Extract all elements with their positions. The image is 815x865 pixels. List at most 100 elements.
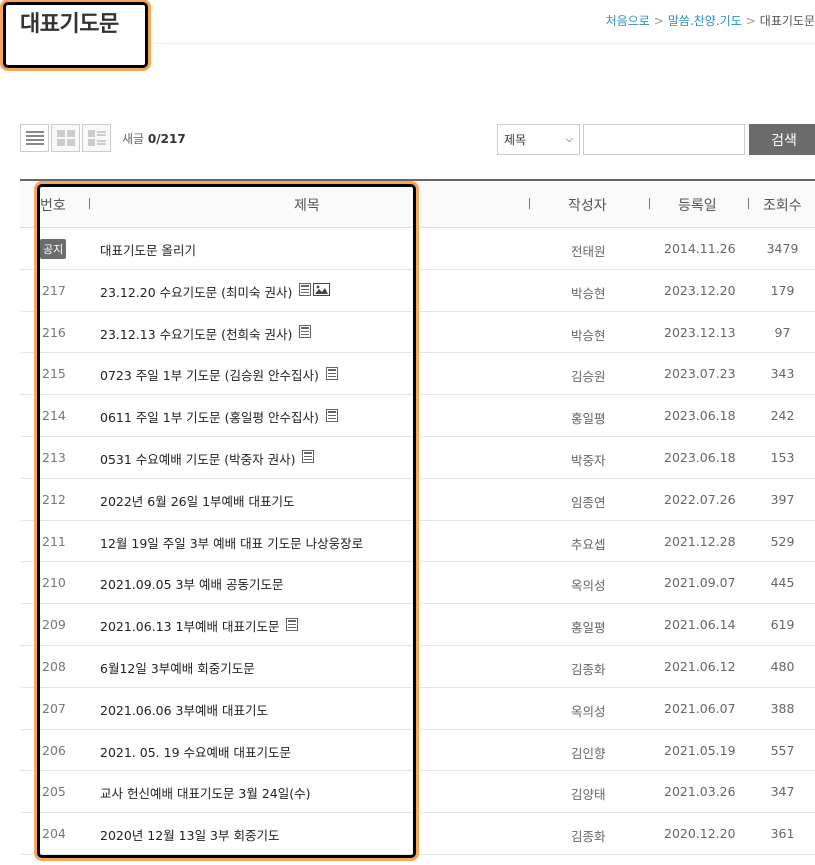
table-row[interactable]: 205 교사 헌신예배 대표기도문 3월 24일(수) 김양태 2021.03.26 3…: [20, 771, 815, 814]
post-author: 김종화: [571, 829, 606, 845]
table-row[interactable]: 211 12월 19일 주일 3부 예배 대표 기도문 나상웅장로 추요셉 2021.…: [20, 521, 815, 563]
post-views: 388: [770, 700, 795, 716]
breadcrumb-current: 대표기도문: [759, 14, 815, 28]
post-views: 445: [770, 575, 795, 591]
post-number: 209: [42, 617, 66, 633]
post-title-link[interactable]: 23.12.20 수요기도문 (최미숙 권사): [100, 282, 331, 301]
post-author: 김승원: [571, 369, 606, 385]
post-author: 박중자: [571, 452, 606, 468]
webzine-view-icon: [87, 130, 106, 146]
post-views: 347: [770, 784, 795, 800]
breadcrumb-section[interactable]: 말씀.찬양.기도: [668, 14, 742, 28]
post-title-link[interactable]: 2021.09.05 3부 예배 공동기도문: [100, 574, 283, 593]
table-row[interactable]: 216 23.12.13 수요기도문 (천희숙 권사) 박승현 2023.12.13 9…: [20, 312, 815, 354]
search-select-value: 제목: [504, 133, 527, 147]
post-date: 2022.07.26: [664, 491, 736, 507]
post-title-link[interactable]: 대표기도문 올리기: [100, 240, 196, 259]
breadcrumb-home[interactable]: 처음으로: [606, 14, 650, 28]
post-title-link[interactable]: 2021. 05. 19 수요예배 대표기도문: [100, 742, 291, 761]
attachment-file-icon: [302, 450, 315, 466]
attachment-file-icon: [325, 408, 338, 425]
post-number: 212: [42, 491, 66, 507]
table-row[interactable]: 208 6월12일 3부예배 회중기도문 김종화 2021.06.12 480: [20, 646, 815, 688]
notice-badge: 공지: [40, 239, 67, 259]
post-date: 2023.07.23: [664, 366, 736, 382]
table-row[interactable]: 214 0611 주일 1부 기도문 (홍일평 안수집사) 홍일평 2023.06.1…: [20, 395, 815, 437]
post-author: 홍일평: [571, 411, 606, 427]
post-title: 2022년 6월 26일 1부예배 대표기도: [100, 493, 295, 509]
table-row[interactable]: 206 2021. 05. 19 수요예배 대표기도문 김인향 2021.05.19 5…: [20, 730, 815, 772]
table-row[interactable]: 209 2021.06.13 1부예배 대표기도문 홍일평 2021.06.14 619: [20, 604, 815, 646]
post-date: 2023.12.13: [664, 324, 736, 340]
post-date: 2021.06.07: [664, 700, 736, 716]
post-title: 6월12일 3부예배 회중기도문: [100, 660, 255, 676]
chevron-right-icon: >: [653, 14, 664, 28]
post-author: 홍일평: [571, 620, 606, 636]
post-author: 임종연: [571, 494, 606, 510]
post-title: 2021.06.13 1부예배 대표기도문: [100, 619, 280, 635]
board-table: 번호 제목 작성자 등록일 조회수 공지 대표기도문 올리기 전태원 2014.11.…: [20, 179, 815, 855]
post-date: 2021.12.28: [664, 533, 736, 549]
post-views: 153: [770, 449, 795, 465]
post-views: 97: [774, 324, 791, 340]
post-author: 김종화: [571, 661, 606, 677]
chevron-down-icon: ⌵: [565, 134, 573, 145]
post-title-link[interactable]: 0611 주일 1부 기도문 (홍일평 안수집사): [100, 407, 338, 426]
table-row[interactable]: 210 2021.09.05 3부 예배 공동기도문 옥의성 2021.09.07 44…: [20, 562, 815, 605]
attachment-file-icon: [299, 283, 312, 299]
post-title-link[interactable]: 2020년 12월 13일 3부 회중기도: [100, 825, 279, 844]
post-count-value: 0/217: [147, 132, 186, 146]
table-row[interactable]: 212 2022년 6월 26일 1부예배 대표기도 임종연 2022.07.26 39…: [20, 479, 815, 521]
post-title-link[interactable]: 6월12일 3부예배 회중기도문: [100, 658, 255, 677]
post-date: 2021.05.19: [664, 742, 736, 758]
gallery-view-icon: [56, 130, 75, 146]
post-number: 217: [42, 282, 66, 298]
search-button[interactable]: 검색: [749, 124, 815, 155]
post-number: 214: [42, 408, 66, 424]
post-title: 2021.06.06 3부예배 대표기도: [100, 702, 268, 718]
table-row[interactable]: 215 0723 주일 1부 기도문 (김승원 안수집사) 김승원 2023.07.2…: [20, 353, 815, 396]
table-row[interactable]: 공지 대표기도문 올리기 전태원 2014.11.26 3479: [20, 228, 815, 270]
attachment-image-icon: [313, 283, 331, 299]
post-date: 2021.06.12: [664, 658, 736, 674]
col-divider: [649, 198, 650, 209]
post-number: 205: [42, 784, 66, 800]
post-title-link[interactable]: 0531 수요예배 기도문 (박중자 권사): [100, 449, 315, 468]
table-row[interactable]: 207 2021.06.06 3부예배 대표기도 옥의성 2021.06.07 388: [20, 688, 815, 730]
attachment-file-icon: [299, 325, 312, 341]
post-title-link[interactable]: 2021.06.06 3부예배 대표기도: [100, 700, 268, 719]
post-number: 207: [42, 700, 66, 716]
list-view-button[interactable]: [20, 124, 49, 152]
table-header: 번호 제목 작성자 등록일 조회수: [20, 179, 815, 228]
post-title-link[interactable]: 0723 주일 1부 기도문 (김승원 안수집사): [100, 365, 338, 384]
search-field-select[interactable]: 제목 ⌵: [497, 124, 580, 155]
post-title-link[interactable]: 12월 19일 주일 3부 예배 대표 기도문 나상웅장로: [100, 533, 363, 552]
post-number: 211: [42, 533, 66, 549]
col-author: 작성자: [568, 198, 607, 214]
table-row[interactable]: 204 2020년 12월 13일 3부 회중기도 김종화 2020.12.20 361: [20, 813, 815, 855]
table-row[interactable]: 217 23.12.20 수요기도문 (최미숙 권사) 박승현 2023.12.20 1…: [20, 270, 815, 312]
table-row[interactable]: 213 0531 수요예배 기도문 (박중자 권사) 박중자 2023.06.18 15…: [20, 437, 815, 479]
post-date: 2023.12.20: [664, 282, 736, 298]
post-date: 2023.06.18: [664, 449, 736, 465]
post-title-link[interactable]: 2022년 6월 26일 1부예배 대표기도: [100, 491, 295, 510]
post-date: 2020.12.20: [664, 826, 736, 842]
post-title: 2021. 05. 19 수요예배 대표기도문: [100, 744, 291, 760]
post-title: 12월 19일 주일 3부 예배 대표 기도문 나상웅장로: [100, 535, 364, 551]
gallery-view-button[interactable]: [51, 124, 80, 152]
post-number: 204: [42, 826, 66, 842]
post-views: 179: [770, 282, 795, 298]
col-date: 등록일: [678, 198, 717, 214]
col-number: 번호: [40, 198, 66, 214]
post-title-link[interactable]: 2021.06.13 1부예배 대표기도문: [100, 616, 299, 635]
view-mode-toggles: [20, 124, 113, 152]
post-views: 557: [770, 742, 795, 758]
webzine-view-button[interactable]: [82, 124, 111, 152]
table-body: 공지 대표기도문 올리기 전태원 2014.11.26 3479 217 23.12.20 …: [20, 228, 815, 855]
search-input[interactable]: [583, 124, 745, 155]
post-views: 619: [770, 617, 795, 633]
post-title-link[interactable]: 23.12.13 수요기도문 (천희숙 권사): [100, 324, 312, 343]
post-views: 343: [770, 366, 795, 382]
post-title-link[interactable]: 교사 헌신예배 대표기도문 3월 24일(수): [100, 783, 311, 802]
post-title: 23.12.20 수요기도문 (최미숙 권사): [100, 284, 293, 300]
